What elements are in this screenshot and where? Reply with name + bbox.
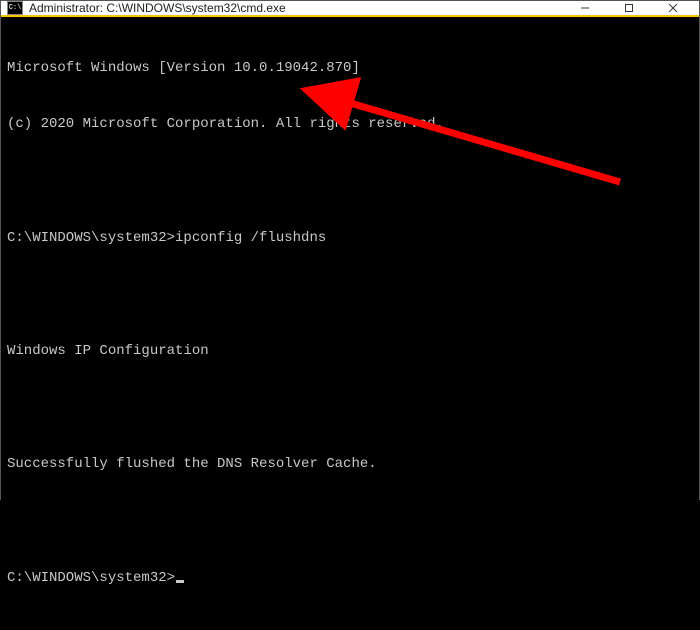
response-header: Windows IP Configuration <box>7 342 693 361</box>
copyright-line: (c) 2020 Microsoft Corporation. All righ… <box>7 115 693 134</box>
window-title: Administrator: C:\WINDOWS\system32\cmd.e… <box>29 1 563 15</box>
close-button[interactable] <box>651 1 695 15</box>
titlebar[interactable]: C:\ Administrator: C:\WINDOWS\system32\c… <box>1 1 699 17</box>
close-icon <box>668 3 678 13</box>
terminal-area[interactable]: Microsoft Windows [Version 10.0.19042.87… <box>1 17 699 630</box>
cursor <box>176 580 184 583</box>
blank-line <box>7 512 693 531</box>
maximize-icon <box>624 3 634 13</box>
command-line-1: C:\WINDOWS\system32>ipconfig /flushdns <box>7 229 693 248</box>
blank-line <box>7 399 693 418</box>
prompt-2: C:\WINDOWS\system32> <box>7 570 175 586</box>
version-line: Microsoft Windows [Version 10.0.19042.87… <box>7 59 693 78</box>
blank-line <box>7 285 693 304</box>
maximize-button[interactable] <box>607 1 651 15</box>
cmd-icon: C:\ <box>7 1 23 15</box>
blank-line <box>7 172 693 191</box>
window-controls <box>563 1 695 15</box>
response-body: Successfully flushed the DNS Resolver Ca… <box>7 455 693 474</box>
minimize-icon <box>580 3 590 13</box>
prompt-1: C:\WINDOWS\system32> <box>7 230 175 246</box>
cmd-window: C:\ Administrator: C:\WINDOWS\system32\c… <box>0 0 700 500</box>
command-line-2: C:\WINDOWS\system32> <box>7 569 693 588</box>
minimize-button[interactable] <box>563 1 607 15</box>
command-1: ipconfig /flushdns <box>175 230 326 246</box>
